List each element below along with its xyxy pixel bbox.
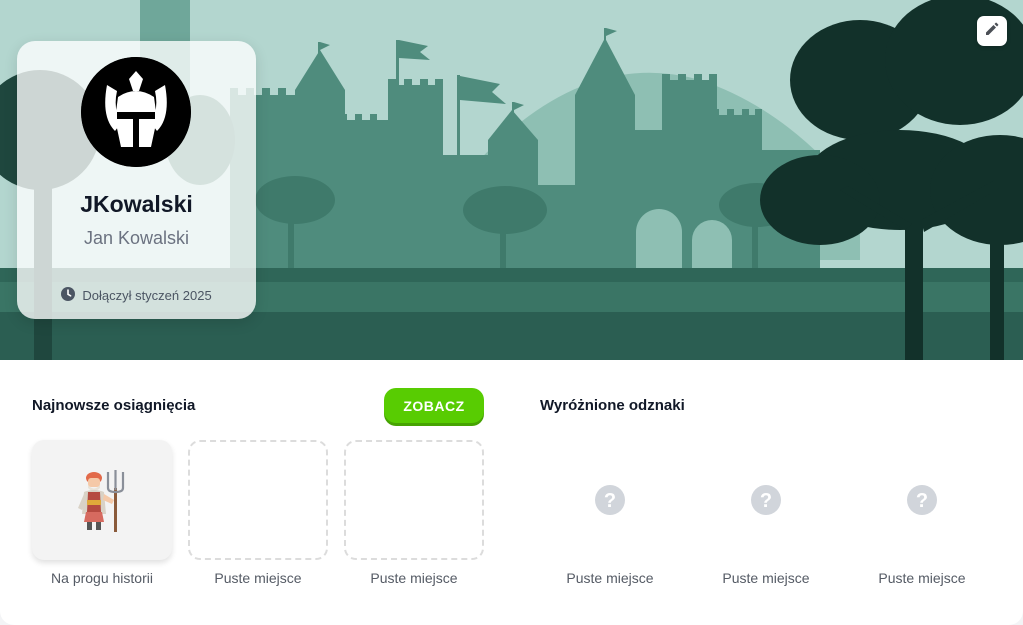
question-mark-icon: ? bbox=[907, 485, 937, 515]
knight-helmet-icon bbox=[81, 57, 191, 167]
svg-text:?: ? bbox=[604, 490, 616, 512]
svg-text:?: ? bbox=[916, 490, 928, 512]
achievement-label: Puste miejsce bbox=[370, 570, 458, 586]
clock-icon bbox=[61, 287, 76, 304]
achievement-label: Puste miejsce bbox=[214, 570, 302, 586]
badges-title: Wyróżnione odznaki bbox=[540, 397, 685, 414]
badge-label: Puste miejsce bbox=[566, 570, 654, 586]
profile-card: JKowalski Jan Kowalski Dołączył styczeń … bbox=[17, 41, 256, 319]
achievement-tile[interactable] bbox=[32, 440, 172, 560]
achievement-empty-slot bbox=[188, 440, 328, 560]
achievement-empty-slot bbox=[344, 440, 484, 560]
question-mark-icon: ? bbox=[751, 485, 781, 515]
badge-label: Puste miejsce bbox=[878, 570, 966, 586]
peasant-pitchfork-icon bbox=[78, 470, 125, 532]
edit-profile-button[interactable] bbox=[977, 16, 1007, 46]
svg-text:?: ? bbox=[760, 490, 772, 512]
username: JKowalski bbox=[80, 191, 193, 217]
full-name: Jan Kowalski bbox=[83, 228, 190, 248]
joined-date: Dołączył styczeń 2025 bbox=[17, 287, 256, 304]
badge-label: Puste miejsce bbox=[722, 570, 810, 586]
question-mark-icon: ? bbox=[595, 485, 625, 515]
achievements-title: Najnowsze osiągnięcia bbox=[32, 397, 196, 414]
profile-page: JKowalski Jan Kowalski Dołączył styczeń … bbox=[0, 0, 1023, 625]
avatar[interactable] bbox=[81, 57, 191, 167]
pencil-icon bbox=[984, 21, 1000, 42]
achievement-label: Na progu historii bbox=[51, 570, 153, 586]
see-all-achievements-button[interactable]: ZOBACZ bbox=[384, 388, 484, 423]
joined-label: Dołączył styczeń 2025 bbox=[82, 288, 212, 303]
